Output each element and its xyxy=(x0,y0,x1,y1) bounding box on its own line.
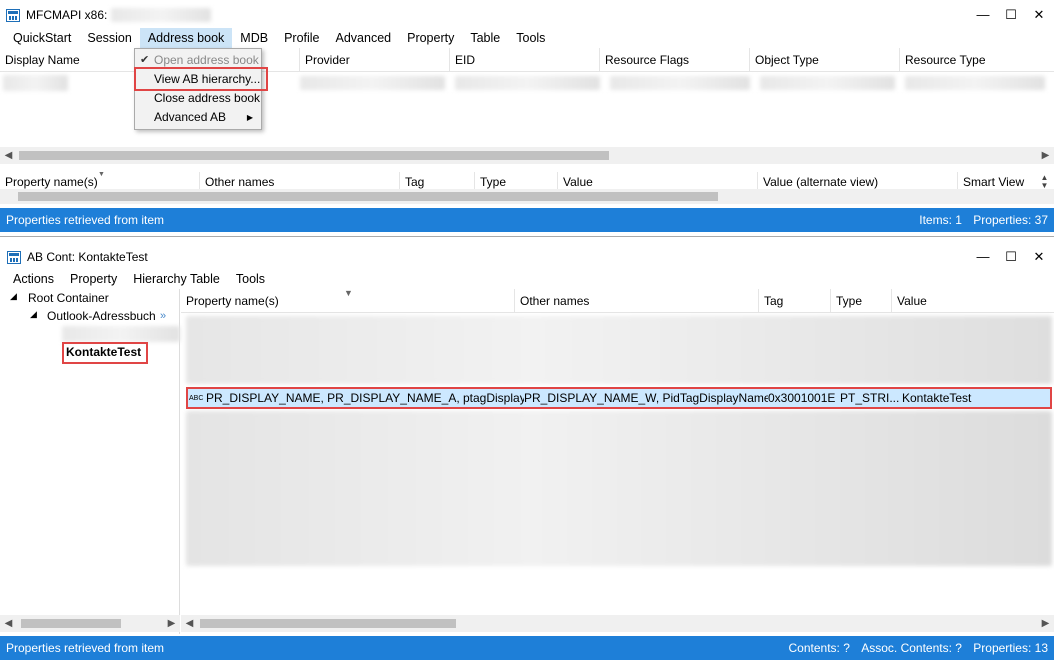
hierarchy-tree: ◢ Root Container ◢ Outlook-Adressbuch » … xyxy=(0,289,180,634)
ab-status-properties: Properties: 13 xyxy=(973,641,1048,655)
double-chevron-icon[interactable]: » xyxy=(160,310,166,322)
menu-view-ab-hierarchy-label: View AB hierarchy... xyxy=(154,72,261,86)
cell-type: PT_STRI... xyxy=(840,391,900,405)
col-eid[interactable]: EID xyxy=(450,48,600,71)
menu-view-ab-hierarchy[interactable]: View AB hierarchy... xyxy=(135,70,261,89)
main-menu-bar: QuickStart Session Address book MDB Prof… xyxy=(5,27,553,49)
tree-scroll-thumb[interactable] xyxy=(21,619,121,628)
ab-scroll-thumb[interactable] xyxy=(200,619,456,628)
ab-minimize-icon[interactable]: — xyxy=(976,249,990,265)
tree-expand-icon-child[interactable]: ◢ xyxy=(30,309,37,320)
property-table-hscrollbar[interactable] xyxy=(0,189,1054,204)
string-type-icon: ABC xyxy=(189,394,204,402)
ab-col-property-names[interactable]: Property name(s) ▼ xyxy=(181,289,515,312)
menu-table[interactable]: Table xyxy=(462,28,508,48)
menu-advanced-ab[interactable]: Advanced AB ▶ xyxy=(135,108,261,127)
ab-close-icon[interactable]: ✕ xyxy=(1032,249,1046,265)
ab-menu-actions[interactable]: Actions xyxy=(5,269,62,289)
ab-sort-desc-icon: ▼ xyxy=(344,289,353,298)
menu-mdb[interactable]: MDB xyxy=(232,28,276,48)
scroll-right-icon[interactable]: ▶ xyxy=(1037,150,1054,161)
ab-menu-property[interactable]: Property xyxy=(62,269,125,289)
mfcmapi-app-icon xyxy=(6,8,20,22)
sort-desc-icon: ▼ xyxy=(97,172,106,178)
ab-status-assoc: Assoc. Contents: ? xyxy=(861,641,962,655)
main-status-items: Items: 1 xyxy=(919,213,962,227)
tree-expand-icon[interactable]: ◢ xyxy=(10,291,17,302)
address-book-dropdown: ✔ Open address book View AB hierarchy...… xyxy=(134,48,262,130)
ab-menu-hierarchy-table[interactable]: Hierarchy Table xyxy=(125,269,228,289)
menu-advanced[interactable]: Advanced xyxy=(328,28,400,48)
main-status-text: Properties retrieved from item xyxy=(6,213,165,227)
col-resource-flags[interactable]: Resource Flags xyxy=(600,48,750,71)
tree-hscrollbar[interactable]: ◀ ▶ xyxy=(0,615,180,632)
ab-col-value[interactable]: Value xyxy=(892,289,1054,312)
ab-property-hscrollbar[interactable]: ◀ ▶ xyxy=(181,615,1054,632)
window-divider xyxy=(0,236,1054,237)
tree-scroll-right-icon[interactable]: ▶ xyxy=(163,618,180,629)
menu-session[interactable]: Session xyxy=(79,28,139,48)
tree-outlook-adressbuch[interactable]: Outlook-Adressbuch xyxy=(47,309,156,323)
menu-open-address-book-label: Open address book xyxy=(154,53,259,67)
main-title-bar: MFCMAPI x86: — ☐ ✕ xyxy=(0,0,1054,30)
close-icon[interactable]: ✕ xyxy=(1032,7,1046,23)
ab-col-other-names[interactable]: Other names xyxy=(515,289,759,312)
ab-col-property-names-label: Property name(s) xyxy=(186,293,279,308)
ab-scroll-right-icon[interactable]: ▶ xyxy=(1037,618,1054,629)
ab-status-text: Properties retrieved from item xyxy=(6,641,165,655)
col-provider[interactable]: Provider xyxy=(300,48,450,71)
ab-property-header: Property name(s) ▼ Other names Tag Type … xyxy=(181,289,1054,313)
cell-tag: 0x3001001E xyxy=(768,391,836,405)
scroll-thumb[interactable] xyxy=(19,151,609,160)
tree-root-container[interactable]: Root Container xyxy=(28,291,109,305)
check-icon: ✔ xyxy=(140,54,150,66)
menu-profile[interactable]: Profile xyxy=(276,28,327,48)
ab-menu-bar: Actions Property Hierarchy Table Tools xyxy=(5,268,273,290)
tree-kontaktetest[interactable]: KontakteTest xyxy=(66,345,141,359)
cell-property-names: PR_DISPLAY_NAME, PR_DISPLAY_NAME_A, ptag… xyxy=(206,391,524,405)
maximize-icon[interactable]: ☐ xyxy=(1004,7,1018,23)
cell-other-names: PR_DISPLAY_NAME_W, PidTagDisplayName xyxy=(524,391,768,405)
ab-col-tag[interactable]: Tag xyxy=(759,289,831,312)
ab-status-bar: Properties retrieved from item Contents:… xyxy=(0,636,1054,660)
ab-status-contents: Contents: ? xyxy=(788,641,850,655)
cell-value: KontakteTest xyxy=(902,391,972,405)
menu-close-address-book-label: Close address book xyxy=(154,91,261,105)
menu-close-address-book[interactable]: Close address book xyxy=(135,89,261,108)
menu-property[interactable]: Property xyxy=(399,28,462,48)
ab-property-row-display-name[interactable]: ABC PR_DISPLAY_NAME, PR_DISPLAY_NAME_A, … xyxy=(186,387,1052,409)
redacted-title xyxy=(111,8,212,22)
ab-scroll-left-icon[interactable]: ◀ xyxy=(181,618,198,629)
col-resource-type[interactable]: Resource Type xyxy=(900,48,1054,71)
ab-app-icon xyxy=(7,250,21,264)
menu-open-address-book[interactable]: ✔ Open address book xyxy=(135,51,261,70)
ab-window-title: AB Cont: KontakteTest xyxy=(27,250,148,264)
col-display-name[interactable]: Display Name xyxy=(0,48,150,71)
menu-quickstart[interactable]: QuickStart xyxy=(5,28,79,48)
col-property-names-label: Property name(s) xyxy=(5,175,98,189)
property-scroll-thumb[interactable] xyxy=(18,192,718,201)
minimize-icon[interactable]: — xyxy=(976,7,990,23)
submenu-arrow-icon: ▶ xyxy=(246,113,253,122)
scroll-left-icon[interactable]: ◀ xyxy=(0,150,17,161)
menu-advanced-ab-label: Advanced AB xyxy=(154,110,227,124)
main-table-hscrollbar[interactable]: ◀ ▶ xyxy=(0,147,1054,164)
main-status-bar: Properties retrieved from item Items: 1 … xyxy=(0,208,1054,232)
menu-address-book[interactable]: Address book xyxy=(139,28,233,48)
ab-col-type[interactable]: Type xyxy=(831,289,892,312)
col-object-type[interactable]: Object Type xyxy=(750,48,900,71)
ab-menu-tools[interactable]: Tools xyxy=(228,269,273,289)
ab-property-rows xyxy=(186,316,1052,566)
tree-redacted-item[interactable] xyxy=(62,326,180,342)
main-status-properties: Properties: 37 xyxy=(973,213,1048,227)
main-window-title: MFCMAPI x86: xyxy=(26,8,108,22)
ab-maximize-icon[interactable]: ☐ xyxy=(1004,249,1018,265)
tree-scroll-left-icon[interactable]: ◀ xyxy=(0,618,17,629)
menu-tools[interactable]: Tools xyxy=(508,28,553,48)
